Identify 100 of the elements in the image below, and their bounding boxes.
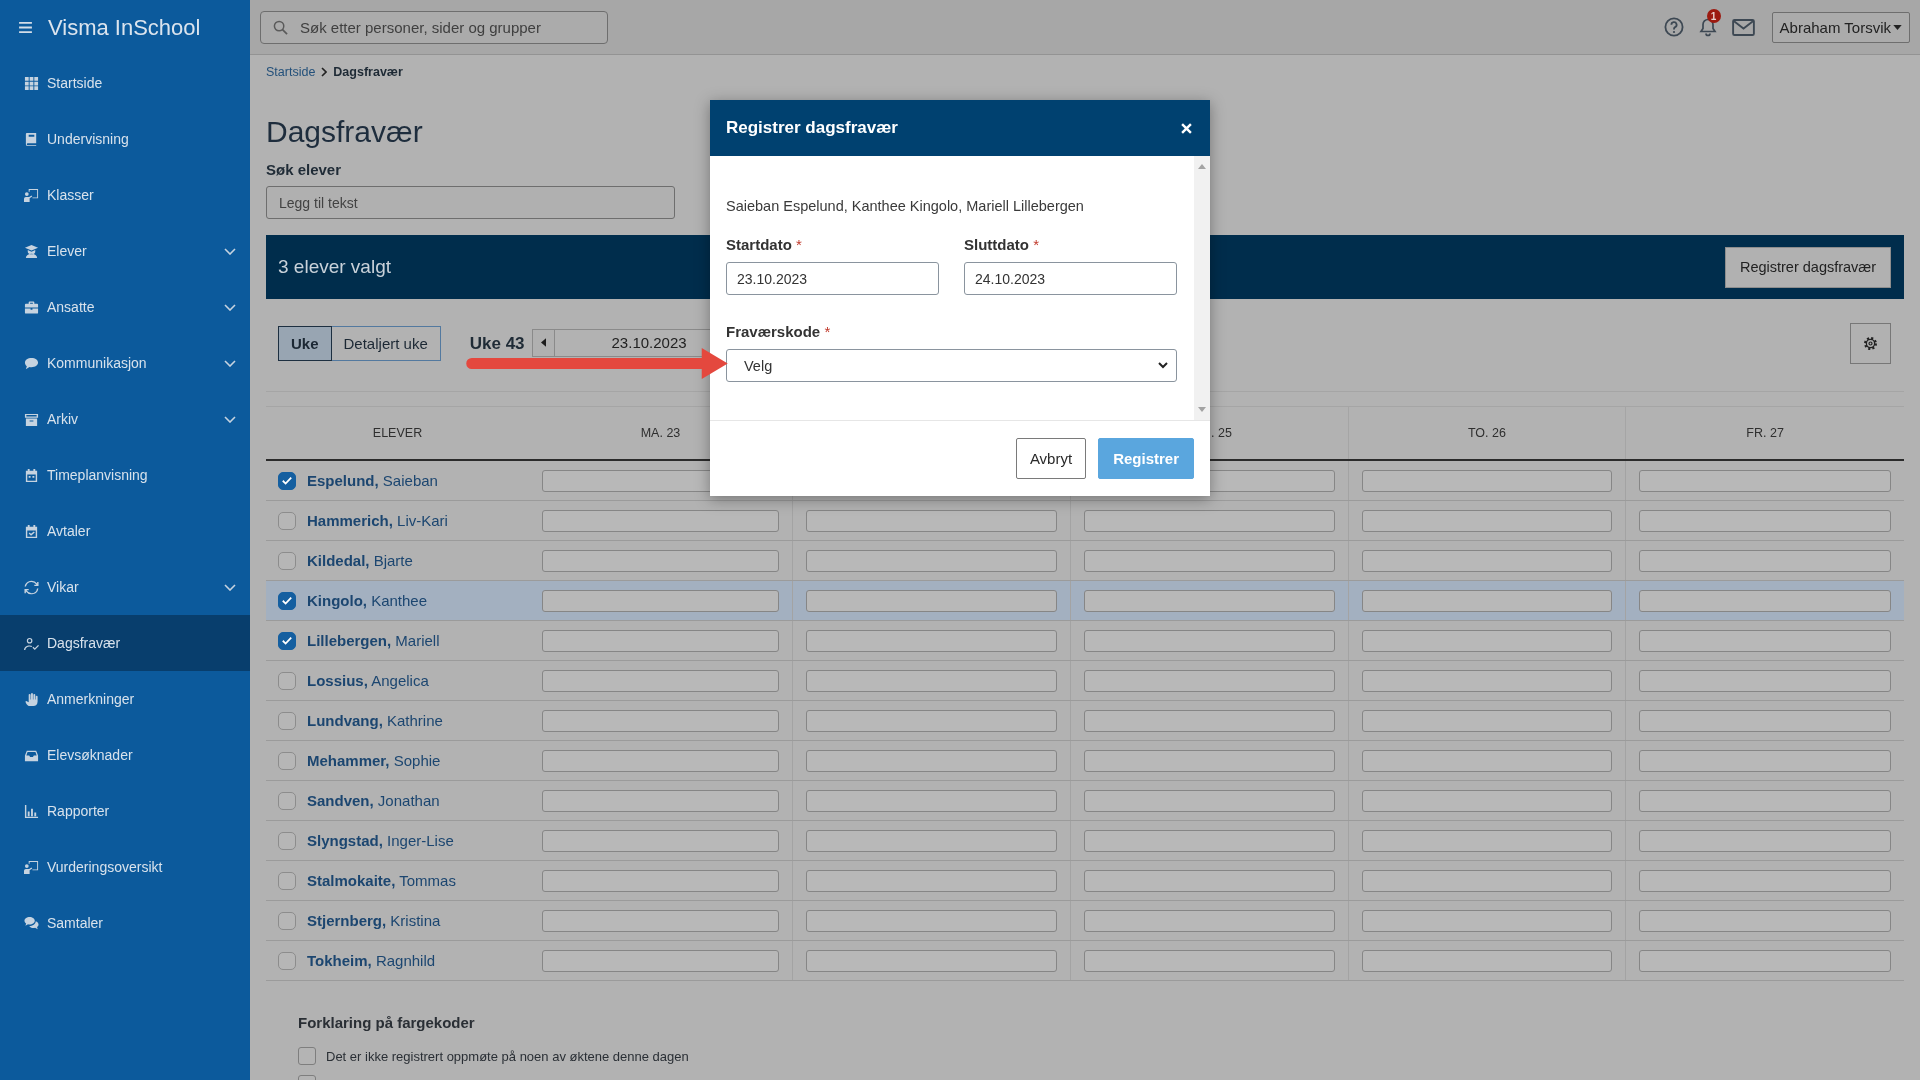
checkbox[interactable] (278, 551, 296, 570)
sidebar-item[interactable]: Undervisning (0, 111, 250, 167)
day-field[interactable] (542, 549, 779, 572)
day-field[interactable] (1083, 589, 1335, 612)
day-field[interactable] (1639, 469, 1891, 492)
sidebar-item[interactable]: Vurderingsoversikt (0, 839, 250, 895)
day-field[interactable] (1361, 709, 1613, 732)
day-field[interactable] (1361, 749, 1613, 772)
sidebar-item[interactable]: Kommunikasjon (0, 335, 250, 391)
search-field[interactable]: Søk etter personer, sider og grupper (260, 10, 608, 44)
day-field[interactable] (542, 629, 779, 652)
day-field[interactable] (1639, 789, 1891, 812)
sidebar-item[interactable]: Klasser (0, 167, 250, 223)
day-field[interactable] (806, 909, 1057, 932)
checkbox[interactable] (278, 791, 296, 810)
day-field[interactable] (806, 949, 1057, 972)
student-name-link[interactable]: Lossius, Angelica (307, 672, 429, 689)
dropdown[interactable]: Velg (726, 349, 1177, 382)
day-field[interactable] (1361, 909, 1613, 932)
day-field[interactable] (542, 789, 779, 812)
day-field[interactable] (1361, 789, 1613, 812)
student-name-link[interactable]: Sandven, Jonathan (307, 792, 440, 809)
student-name-link[interactable]: Stjernberg, Kristina (307, 912, 441, 929)
day-field[interactable] (1361, 829, 1613, 852)
day-field[interactable] (1083, 829, 1335, 852)
date-field[interactable]: 24.10.2023 (964, 262, 1177, 295)
checkbox[interactable] (278, 631, 296, 650)
day-field[interactable] (1361, 509, 1613, 532)
caret-down-icon[interactable] (1198, 407, 1206, 412)
date-field[interactable]: 23.10.2023 (726, 262, 939, 295)
day-field[interactable] (542, 669, 779, 692)
day-field[interactable] (1639, 749, 1891, 772)
day-field[interactable] (542, 909, 779, 932)
day-field[interactable] (1639, 669, 1891, 692)
checkbox[interactable] (278, 711, 296, 730)
checkbox[interactable] (278, 511, 296, 530)
day-field[interactable] (806, 629, 1057, 652)
checkbox[interactable] (278, 671, 296, 690)
day-field[interactable] (1639, 509, 1891, 532)
checkbox[interactable] (278, 871, 296, 890)
checkbox[interactable] (278, 471, 296, 490)
day-field[interactable] (806, 709, 1057, 732)
checkbox[interactable] (278, 591, 296, 610)
day-field[interactable] (542, 509, 779, 532)
day-field[interactable] (806, 589, 1057, 612)
student-name-link[interactable]: Kingolo, Kanthee (307, 592, 428, 609)
day-field[interactable] (1361, 869, 1613, 892)
caret-up-icon[interactable] (1198, 164, 1206, 169)
day-field[interactable] (1639, 909, 1891, 932)
checkbox[interactable] (278, 831, 296, 850)
day-field[interactable] (806, 549, 1057, 572)
user-menu-button[interactable]: Abraham Torsvik (1771, 11, 1910, 43)
sidebar-item[interactable]: Samtaler (0, 895, 250, 951)
help-icon[interactable] (1663, 17, 1684, 37)
sidebar-item[interactable]: Avtaler (0, 503, 250, 559)
student-name-link[interactable]: Espelund, Saieban (307, 472, 438, 489)
day-field[interactable] (1083, 789, 1335, 812)
student-name-link[interactable]: Tokheim, Ragnhild (307, 952, 436, 969)
checkbox[interactable] (278, 911, 296, 930)
day-field[interactable] (806, 789, 1057, 812)
day-field[interactable] (1639, 869, 1891, 892)
sidebar-item[interactable]: Rapporter (0, 783, 250, 839)
day-field[interactable] (1361, 629, 1613, 652)
student-name-link[interactable]: Lillebergen, Mariell (307, 632, 440, 649)
day-field[interactable] (806, 509, 1057, 532)
checkbox[interactable] (278, 951, 296, 970)
day-field[interactable] (1361, 949, 1613, 972)
sidebar-item[interactable]: Vikar (0, 559, 250, 615)
day-field[interactable] (1083, 949, 1335, 972)
checkbox[interactable] (278, 751, 296, 770)
day-field[interactable] (1361, 469, 1613, 492)
sidebar-item[interactable]: Arkiv (0, 391, 250, 447)
day-field[interactable] (1639, 629, 1891, 652)
day-field[interactable] (1083, 749, 1335, 772)
day-field[interactable] (1639, 829, 1891, 852)
previous-week-button[interactable] (531, 328, 555, 357)
scrollbar[interactable] (1194, 156, 1210, 420)
student-name-link[interactable]: Slyngstad, Inger-Lise (307, 832, 454, 849)
register-button[interactable]: Registrer dagsfravær (1725, 246, 1891, 288)
day-field[interactable] (806, 749, 1057, 772)
settings-button[interactable] (1850, 323, 1891, 364)
day-field[interactable] (806, 669, 1057, 692)
sidebar-item[interactable]: Elever (0, 223, 250, 279)
sidebar-item[interactable]: Anmerkninger (0, 671, 250, 727)
day-field[interactable] (1083, 549, 1335, 572)
student-name-link[interactable]: Kildedal, Bjarte (307, 552, 413, 569)
student-name-link[interactable]: Mehammer, Sophie (307, 752, 441, 769)
day-field[interactable] (1083, 909, 1335, 932)
sidebar-item[interactable]: Ansatte (0, 279, 250, 335)
student-name-link[interactable]: Stalmokaite, Tommas (307, 872, 456, 889)
day-field[interactable] (542, 749, 779, 772)
view-tab[interactable]: Detaljert uke (331, 326, 441, 361)
day-field[interactable] (1639, 589, 1891, 612)
day-field[interactable] (1639, 709, 1891, 732)
day-field[interactable] (806, 829, 1057, 852)
day-field[interactable] (1361, 669, 1613, 692)
sidebar-item[interactable]: Timeplanvisning (0, 447, 250, 503)
sidebar-item[interactable]: Dagsfravær (0, 615, 250, 671)
day-field[interactable] (1083, 629, 1335, 652)
day-field[interactable] (1361, 589, 1613, 612)
